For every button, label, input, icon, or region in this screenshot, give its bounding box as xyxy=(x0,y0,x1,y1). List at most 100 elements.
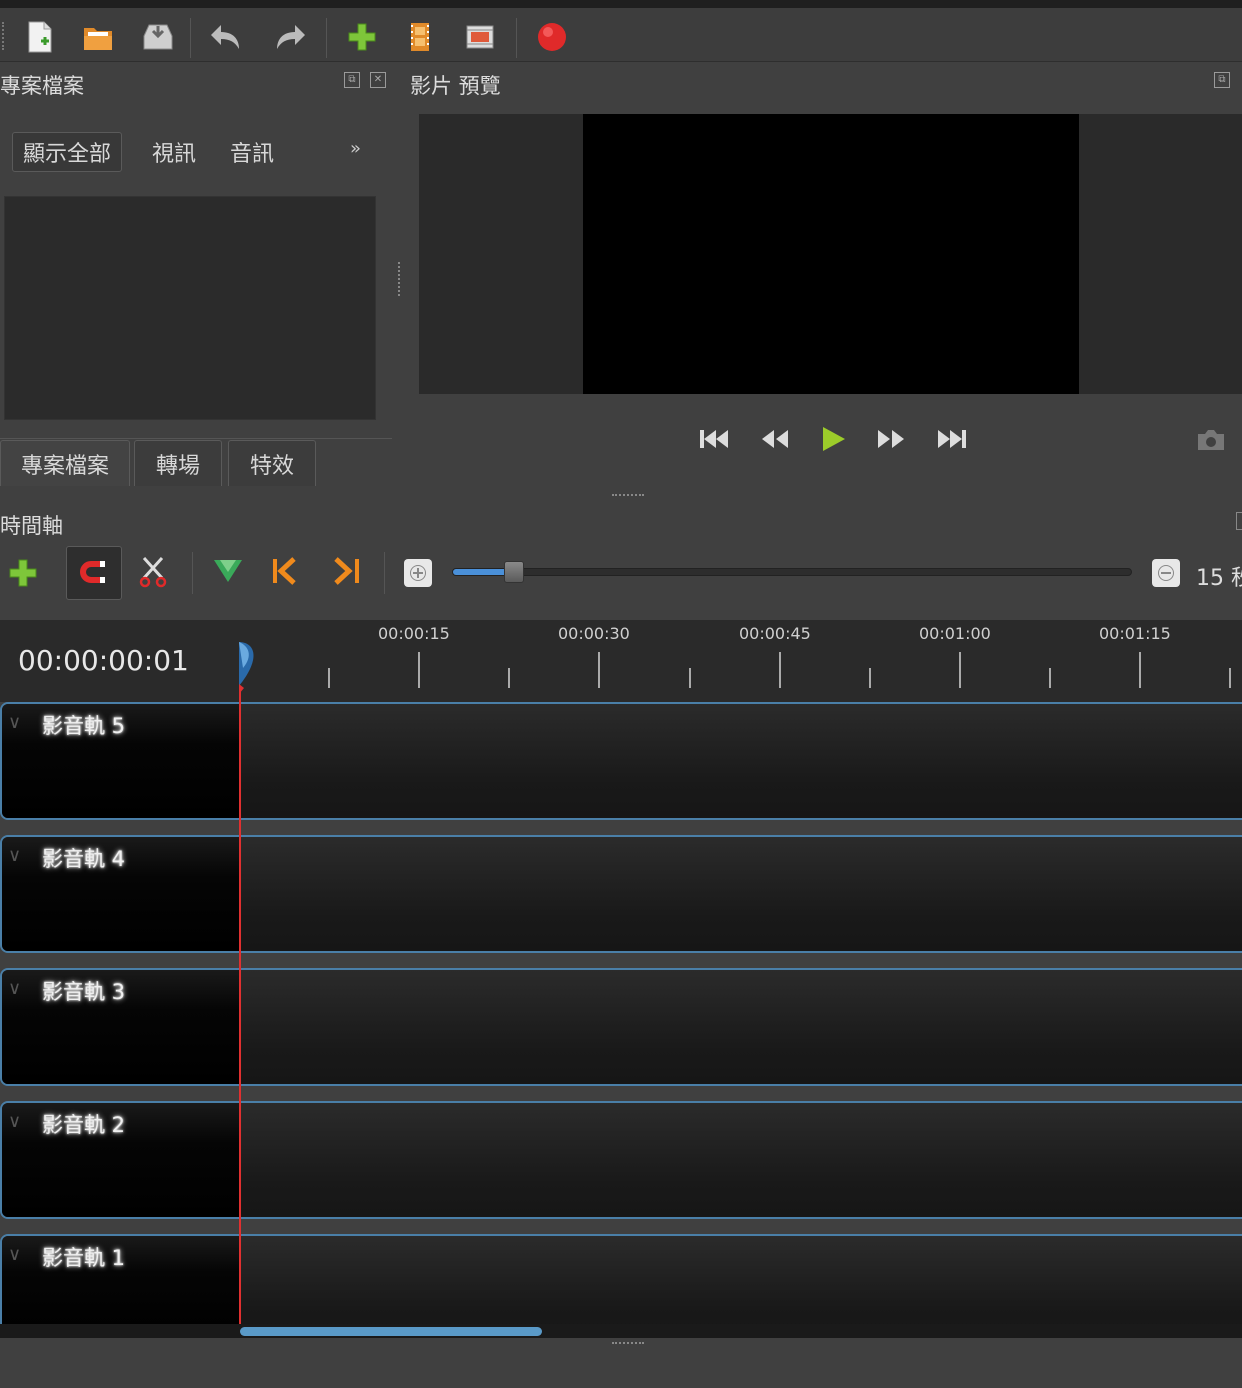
bottom-splitter-handle[interactable] xyxy=(612,1342,644,1345)
ruler-major-tick xyxy=(959,652,961,688)
toolbar-separator xyxy=(384,552,385,594)
track-row[interactable]: ∨ 影音軌 3 xyxy=(0,968,1242,1086)
track-collapse-icon[interactable]: ∨ xyxy=(8,1111,21,1132)
toolbar-separator xyxy=(192,552,193,594)
status-area xyxy=(0,1338,1242,1388)
zoom-slider-handle[interactable] xyxy=(504,561,524,583)
toolbar-separator xyxy=(516,18,517,58)
project-files-list[interactable] xyxy=(4,196,376,420)
track-header[interactable]: ∨ 影音軌 3 xyxy=(2,970,240,1084)
camera-snapshot-icon[interactable] xyxy=(1196,428,1226,456)
filter-audio[interactable]: 音訊 xyxy=(220,132,284,172)
add-marker-icon[interactable] xyxy=(212,556,244,590)
more-filters-icon[interactable]: » xyxy=(350,138,361,159)
track-collapse-icon[interactable]: ∨ xyxy=(8,712,21,733)
ruler-major-tick xyxy=(1139,652,1141,688)
ruler-major-tick xyxy=(598,652,600,688)
track-row[interactable]: ∨ 影音軌 1 xyxy=(0,1234,1242,1338)
add-icon[interactable] xyxy=(342,20,382,54)
fast-forward-icon[interactable] xyxy=(876,426,908,456)
toolbar-separator xyxy=(190,18,191,58)
project-files-title: 專案檔案 xyxy=(0,74,84,98)
preview-area xyxy=(419,114,1242,394)
magnet-icon xyxy=(80,561,105,583)
tab-project-files[interactable]: 專案檔案 xyxy=(0,440,130,486)
track-collapse-icon[interactable]: ∨ xyxy=(8,845,21,866)
filter-show-all[interactable]: 顯示全部 xyxy=(12,132,123,172)
toolbar-separator xyxy=(326,18,327,58)
ruler-minor-tick xyxy=(508,668,510,688)
horizontal-splitter-handle[interactable] xyxy=(612,494,644,497)
timeline-dock-icon[interactable] xyxy=(1236,512,1242,530)
main-toolbar xyxy=(0,8,1242,62)
rewind-icon[interactable] xyxy=(758,426,790,456)
track-row[interactable]: ∨ 影音軌 5 xyxy=(0,702,1242,820)
track-collapse-icon[interactable]: ∨ xyxy=(8,1244,21,1265)
zoom-out-button[interactable] xyxy=(1152,559,1180,587)
track-name: 影音軌 2 xyxy=(42,1113,126,1137)
zoom-slider[interactable] xyxy=(452,561,1132,583)
track-name: 影音軌 4 xyxy=(42,847,126,871)
razor-scissors-icon[interactable] xyxy=(138,556,168,592)
track-header[interactable]: ∨ 影音軌 2 xyxy=(2,1103,240,1217)
jump-start-icon[interactable] xyxy=(698,426,730,456)
track-collapse-icon[interactable]: ∨ xyxy=(8,978,21,999)
next-marker-icon[interactable] xyxy=(332,556,362,590)
zoom-out-icon xyxy=(1158,565,1174,581)
track-name: 影音軌 1 xyxy=(42,1246,126,1270)
float-preview-icon[interactable]: ⧉ xyxy=(1214,72,1230,88)
track-row[interactable]: ∨ 影音軌 2 xyxy=(0,1101,1242,1219)
zoom-in-button[interactable] xyxy=(404,559,432,587)
add-track-icon[interactable] xyxy=(8,558,38,592)
undo-icon[interactable] xyxy=(206,20,246,54)
ruler-minor-tick xyxy=(1229,668,1231,688)
ruler-major-tick xyxy=(779,652,781,688)
tab-effects[interactable]: 特效 xyxy=(228,440,316,486)
zoom-level-label: 15 秒 xyxy=(1196,566,1242,591)
new-file-icon[interactable] xyxy=(20,20,60,54)
play-icon[interactable] xyxy=(818,424,848,458)
track-row[interactable]: ∨ 影音軌 4 xyxy=(0,835,1242,953)
current-time-display: 00:00:00:01 xyxy=(18,644,189,677)
ruler-minor-tick xyxy=(689,668,691,688)
ruler-label: 00:01:00 xyxy=(919,624,991,643)
toolbar-grip[interactable] xyxy=(2,22,6,50)
ruler-label: 00:01:15 xyxy=(1099,624,1171,643)
ruler-label: 00:00:45 xyxy=(739,624,811,643)
redo-icon[interactable] xyxy=(270,20,310,54)
snapping-toggle-button[interactable] xyxy=(66,546,122,600)
film-strip-icon[interactable] xyxy=(400,20,440,54)
close-panel-icon[interactable]: ✕ xyxy=(370,72,386,88)
ruler-minor-tick xyxy=(869,668,871,688)
video-frame xyxy=(583,114,1079,394)
track-header[interactable]: ∨ 影音軌 4 xyxy=(2,837,240,951)
timeline-title: 時間軸 xyxy=(0,514,63,538)
tab-transitions[interactable]: 轉場 xyxy=(134,440,222,486)
ruler-minor-tick xyxy=(1049,668,1051,688)
save-icon[interactable] xyxy=(138,20,178,54)
playhead-line xyxy=(239,690,241,1330)
track-header[interactable]: ∨ 影音軌 5 xyxy=(2,704,240,818)
tab-bar-line xyxy=(0,438,392,439)
panel-splitter-handle[interactable] xyxy=(398,262,401,296)
ruler-label: 00:00:30 xyxy=(558,624,630,643)
timeline-scrollbar-thumb[interactable] xyxy=(240,1327,542,1336)
ruler-minor-tick xyxy=(328,668,330,688)
track-name: 影音軌 3 xyxy=(42,980,126,1004)
filter-video[interactable]: 視訊 xyxy=(142,132,206,172)
video-preview-title: 影片 預覽 xyxy=(410,74,501,98)
ruler-label: 00:00:15 xyxy=(378,624,450,643)
track-header[interactable]: ∨ 影音軌 1 xyxy=(2,1236,240,1338)
jump-end-icon[interactable] xyxy=(936,426,968,456)
float-panel-icon[interactable]: ⧉ xyxy=(344,72,360,88)
record-icon[interactable] xyxy=(532,20,572,54)
timeline-ruler[interactable]: 00:00:00:01 00:00:15 00:00:30 00:00:45 0… xyxy=(0,620,1242,702)
previous-marker-icon[interactable] xyxy=(270,556,300,590)
window-top-edge xyxy=(0,0,1242,8)
open-folder-icon[interactable] xyxy=(78,20,118,54)
track-name: 影音軌 5 xyxy=(42,714,126,738)
ruler-major-tick xyxy=(418,652,420,688)
zoom-in-icon xyxy=(410,565,426,581)
timeline-scrollbar-track[interactable] xyxy=(0,1324,1242,1338)
export-icon[interactable] xyxy=(460,20,500,54)
